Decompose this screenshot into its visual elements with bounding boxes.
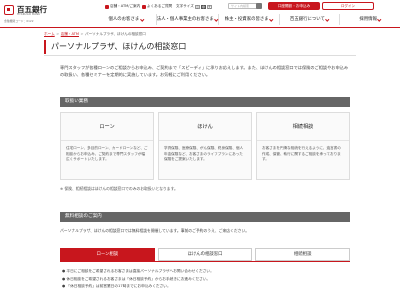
breadcrumb-stores[interactable]: 店舗・ATM — [61, 32, 79, 36]
card-loan: ローン 住宅ローン、多目的ローン、カードローンなど、ご相談からお申込み、ご契約ま… — [60, 112, 154, 180]
bank-code: 金融機関コード：0122 — [4, 19, 34, 23]
consult-intro-text: パーソナルプラザ、ほけんの相談窓口では無料相談を開催しています。事前のご予約のう… — [60, 228, 250, 233]
list-item: ● 「休日相談予約」は前営業日の17時までにお申込みください。 — [62, 284, 171, 289]
business-cards: ローン 住宅ローン、多目的ローン、カードローンなど、ご相談からお申込み、ご契約ま… — [60, 112, 350, 180]
stores-atm-label: 店舗・ATM/ご案内 — [110, 4, 141, 8]
gnav-about[interactable]: 百五銀行について — [278, 14, 340, 25]
title-divider — [44, 55, 356, 56]
chevron-down-icon — [140, 16, 144, 21]
tab-inheritance-consult[interactable]: 相続相談 — [255, 248, 351, 261]
intro-text: 専門スタッフが各種ローンのご相談からお申込み、ご契約まで「スピーディ」に承りお応… — [60, 65, 349, 78]
tab-underline — [60, 261, 350, 262]
logo-subtitle: HYAKUGO BANK — [17, 13, 41, 16]
stores-atm-link[interactable]: 店舗・ATM/ご案内 — [105, 4, 140, 9]
consult-bullets: ● 平日にご相談をご希望されるお客さまは直接パーソナルプラザへお問い合わせくださ… — [62, 268, 350, 291]
font-size-large-button[interactable]: 大 — [206, 4, 212, 9]
open-account-button[interactable]: 口座開設・お申込み — [268, 2, 320, 10]
font-size-medium-button[interactable]: 中 — [200, 4, 206, 9]
business-note: ※ 保険、相続相談はほけんの相談窓口でのみのお取扱いとなります。 — [60, 186, 178, 191]
faq-link[interactable]: よくあるご質問 — [142, 4, 172, 9]
list-item: ● 休日相談をご希望されるお客さまは「休日相談予約」からお手続きにお進みください… — [62, 276, 211, 281]
font-size-control: 文字サイズ 小 中 大 — [176, 4, 212, 9]
breadcrumb: ホーム > 店舗・ATM > パーソナルプラザ、ほけんの相談窓口 — [44, 32, 146, 36]
site-header: 百五銀行 HYAKUGO BANK 金融機関コード：0122 店舗・ATM/ご案… — [0, 0, 400, 27]
font-size-small-button[interactable]: 小 — [194, 4, 200, 9]
chevron-down-icon — [377, 16, 382, 21]
card-title: ローン — [61, 113, 153, 141]
gnav-recruit[interactable]: 採用情報 — [339, 14, 400, 25]
chevron-down-icon — [269, 16, 274, 21]
faq-label: よくあるご質問 — [147, 4, 173, 8]
card-title: ほけん — [159, 113, 251, 141]
global-navigation: 個人のお客さま 法人・個人事業主のお客さま 株主・投資家の皆さま 百五銀行につい… — [96, 14, 400, 25]
card-insurance: ほけん 学資保険、医療保険、がん保険、終身保険、個人年金保険など、お客さまのライ… — [158, 112, 252, 180]
consult-tabs: ローン相談 ほけんの相談窓口 相続相談 — [60, 248, 351, 261]
gnav-personal[interactable]: 個人のお客さま — [96, 14, 156, 25]
search-icon[interactable] — [256, 3, 262, 9]
tab-insurance-consult[interactable]: ほけんの相談窓口 — [157, 248, 253, 261]
card-description: 学資保険、医療保険、がん保険、終身保険、個人年金保険など、お客さまのライフプラン… — [164, 146, 244, 162]
question-icon — [142, 4, 146, 9]
card-inheritance: 相続相談 お客さまを円滑な相続を行えるように、遺言書の作成、保管、執行に関するご… — [256, 112, 350, 180]
breadcrumb-home[interactable]: ホーム — [44, 32, 55, 36]
logo-mark-icon — [4, 5, 14, 15]
card-description: お客さまを円滑な相続を行えるように、遺言書の作成、保管、執行に関するご相談を承っ… — [262, 146, 341, 162]
font-size-label: 文字サイズ — [176, 4, 194, 8]
tab-loan-consult[interactable]: ローン相談 — [60, 248, 155, 261]
header-divider — [0, 27, 400, 28]
card-title: 相続相談 — [257, 113, 349, 141]
store-icon — [105, 4, 109, 9]
bank-logo[interactable]: 百五銀行 HYAKUGO BANK 金融機関コード：0122 — [4, 4, 64, 24]
consult-intro: パーソナルプラザ、ほけんの相談窓口では無料相談を開催しています。事前のご予約のう… — [60, 228, 350, 234]
free-consult-section-header: 無料相談のご案内 — [60, 212, 350, 222]
breadcrumb-current: パーソナルプラザ、ほけんの相談窓口 — [84, 32, 146, 36]
list-item: ● 平日にご相談をご希望されるお客さまは直接パーソナルプラザへお問い合わせくださ… — [62, 269, 214, 273]
gnav-corporate[interactable]: 法人・個人事業主のお客さま — [155, 14, 219, 25]
page-title: パーソナルプラザ、ほけんの相談窓口 — [44, 40, 356, 54]
card-description: 住宅ローン、多目的ローン、カードローンなど、ご相談からお申込み、ご契約まで専門ス… — [66, 146, 148, 162]
chevron-down-icon — [325, 16, 330, 21]
login-button[interactable]: ログイン — [322, 2, 374, 10]
site-search-input[interactable]: サイト内検索 — [228, 3, 258, 9]
gnav-investors[interactable]: 株主・投資家の皆さま — [217, 14, 279, 25]
business-section-header: 取扱い業務 — [60, 97, 350, 107]
